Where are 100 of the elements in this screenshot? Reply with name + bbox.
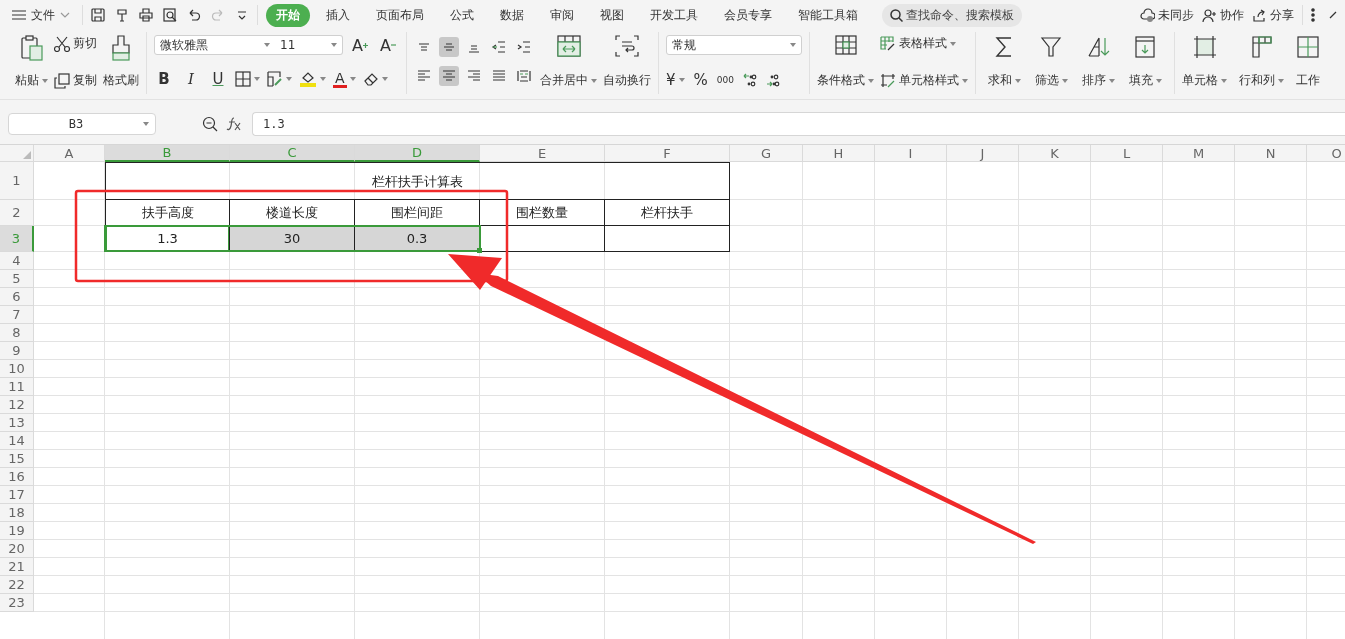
table-cell[interactable] bbox=[480, 226, 605, 252]
ribbon-tab[interactable]: 审阅 bbox=[540, 3, 584, 27]
format-painter-button[interactable]: 格式刷 bbox=[103, 32, 139, 94]
row-header[interactable]: 9 bbox=[0, 342, 34, 360]
column-header[interactable]: I bbox=[875, 145, 947, 162]
formula-input[interactable]: 1.3 bbox=[252, 112, 1345, 136]
print-icon[interactable] bbox=[139, 8, 153, 22]
currency-button[interactable]: ¥ bbox=[666, 71, 685, 89]
save-icon[interactable] bbox=[91, 8, 105, 22]
row-header[interactable]: 18 bbox=[0, 504, 34, 522]
increase-decimal-icon[interactable] bbox=[743, 73, 757, 87]
merge-center-button[interactable]: 合并居中 bbox=[540, 32, 597, 94]
column-header[interactable]: N bbox=[1235, 145, 1307, 162]
row-header[interactable]: 6 bbox=[0, 288, 34, 306]
conditional-format-button[interactable]: 条件格式 bbox=[817, 32, 874, 94]
row-header[interactable]: 22 bbox=[0, 576, 34, 594]
table-cell[interactable] bbox=[605, 226, 730, 252]
ribbon-tab[interactable]: 公式 bbox=[440, 3, 484, 27]
collapse-icon[interactable] bbox=[1329, 11, 1337, 19]
sort-button[interactable]: 排序 bbox=[1082, 32, 1115, 94]
decrease-decimal-icon[interactable] bbox=[766, 73, 780, 87]
row-header[interactable]: 19 bbox=[0, 522, 34, 540]
column-header[interactable]: H bbox=[803, 145, 875, 162]
row-header[interactable]: 4 bbox=[0, 252, 34, 270]
font-size-dropdown[interactable]: 11 bbox=[275, 35, 343, 55]
align-center-button[interactable] bbox=[439, 66, 459, 86]
ribbon-tab[interactable]: 数据 bbox=[490, 3, 534, 27]
column-header[interactable]: G bbox=[730, 145, 803, 162]
table-style-button[interactable]: 表格样式 bbox=[880, 35, 968, 52]
increase-font-size-button[interactable]: A bbox=[349, 35, 371, 55]
sheet-icon bbox=[1296, 35, 1320, 59]
row-header[interactable]: 8 bbox=[0, 324, 34, 342]
function-icon[interactable] bbox=[226, 117, 242, 131]
row-header[interactable]: 5 bbox=[0, 270, 34, 288]
fill-button[interactable]: 填充 bbox=[1129, 32, 1162, 94]
filter-button[interactable]: 筛选 bbox=[1035, 32, 1068, 94]
ribbon-tab[interactable]: 视图 bbox=[590, 3, 634, 27]
share-button[interactable]: 分享 bbox=[1252, 6, 1294, 24]
sheet-button[interactable]: 工作 bbox=[1296, 32, 1320, 94]
more-icon[interactable] bbox=[1311, 8, 1315, 22]
row-header[interactable]: 16 bbox=[0, 468, 34, 486]
row-header[interactable]: 10 bbox=[0, 360, 34, 378]
row-header[interactable]: 1 bbox=[0, 162, 34, 200]
bold-button[interactable]: B bbox=[154, 69, 174, 89]
underline-button[interactable]: U bbox=[208, 69, 228, 89]
column-header[interactable]: L bbox=[1091, 145, 1163, 162]
cell-button[interactable]: 单元格 bbox=[1182, 32, 1227, 94]
sum-button[interactable]: 求和 bbox=[988, 32, 1021, 94]
ribbon-tab[interactable]: 开发工具 bbox=[640, 3, 708, 27]
cell-style-button[interactable]: 单元格样式 bbox=[880, 72, 968, 89]
ribbon-tab[interactable]: 会员专享 bbox=[714, 3, 782, 27]
sync-button[interactable]: 未同步 bbox=[1140, 6, 1194, 24]
row-header[interactable]: 15 bbox=[0, 450, 34, 468]
row-header[interactable]: 20 bbox=[0, 540, 34, 558]
ribbon-tab[interactable]: 智能工具箱 bbox=[788, 3, 868, 27]
font-color-button[interactable]: A bbox=[333, 70, 356, 88]
column-header[interactable]: E bbox=[480, 145, 605, 162]
ribbon-tab[interactable]: 插入 bbox=[316, 3, 360, 27]
name-box[interactable]: B3 bbox=[8, 113, 156, 135]
font-name-dropdown[interactable]: 微软雅黑 bbox=[154, 35, 276, 55]
row-header[interactable]: 14 bbox=[0, 432, 34, 450]
column-header[interactable]: K bbox=[1019, 145, 1091, 162]
paste-button[interactable]: 粘贴 bbox=[15, 32, 48, 94]
fill-color-button[interactable] bbox=[299, 71, 326, 87]
italic-button[interactable]: I bbox=[181, 69, 201, 89]
row-header[interactable]: 2 bbox=[0, 200, 34, 226]
percent-button[interactable]: % bbox=[693, 71, 708, 89]
zoom-icon[interactable] bbox=[202, 116, 218, 132]
collab-button[interactable]: 协作 bbox=[1202, 6, 1244, 24]
borders-button[interactable] bbox=[235, 71, 260, 87]
row-header[interactable]: 21 bbox=[0, 558, 34, 576]
row-header[interactable]: 12 bbox=[0, 396, 34, 414]
column-header[interactable]: J bbox=[947, 145, 1019, 162]
column-header[interactable]: M bbox=[1163, 145, 1235, 162]
print-preview-icon[interactable] bbox=[163, 8, 177, 22]
dropdown-icon[interactable] bbox=[235, 8, 249, 22]
cell-format-button[interactable] bbox=[267, 71, 292, 87]
column-header[interactable]: O bbox=[1307, 145, 1345, 162]
format-painter-icon[interactable] bbox=[115, 8, 129, 22]
column-header[interactable]: F bbox=[605, 145, 730, 162]
search-field[interactable]: 查找命令、搜索模板 bbox=[882, 3, 1022, 27]
clear-button[interactable] bbox=[362, 72, 388, 86]
column-header[interactable]: A bbox=[34, 145, 105, 162]
undo-icon[interactable] bbox=[187, 8, 201, 22]
decrease-font-size-button[interactable]: A bbox=[377, 35, 399, 55]
align-middle-button[interactable] bbox=[439, 37, 459, 57]
thousands-separator-button[interactable]: 000 bbox=[716, 75, 734, 85]
copy-button[interactable]: 复制 bbox=[54, 72, 97, 89]
row-header[interactable]: 17 bbox=[0, 486, 34, 504]
row-header[interactable]: 13 bbox=[0, 414, 34, 432]
ribbon-tab[interactable]: 页面布局 bbox=[366, 3, 434, 27]
row-header[interactable]: 23 bbox=[0, 594, 34, 612]
cut-button[interactable]: 剪切 bbox=[54, 35, 97, 52]
caret-icon bbox=[320, 77, 326, 81]
row-header[interactable]: 11 bbox=[0, 378, 34, 396]
row-header[interactable]: 7 bbox=[0, 306, 34, 324]
rowcol-button[interactable]: 行和列 bbox=[1239, 32, 1284, 94]
wrap-text-button[interactable]: 自动换行 bbox=[603, 32, 651, 94]
file-menu[interactable]: 文件 bbox=[8, 3, 74, 27]
number-format-dropdown[interactable]: 常规 bbox=[666, 35, 802, 55]
